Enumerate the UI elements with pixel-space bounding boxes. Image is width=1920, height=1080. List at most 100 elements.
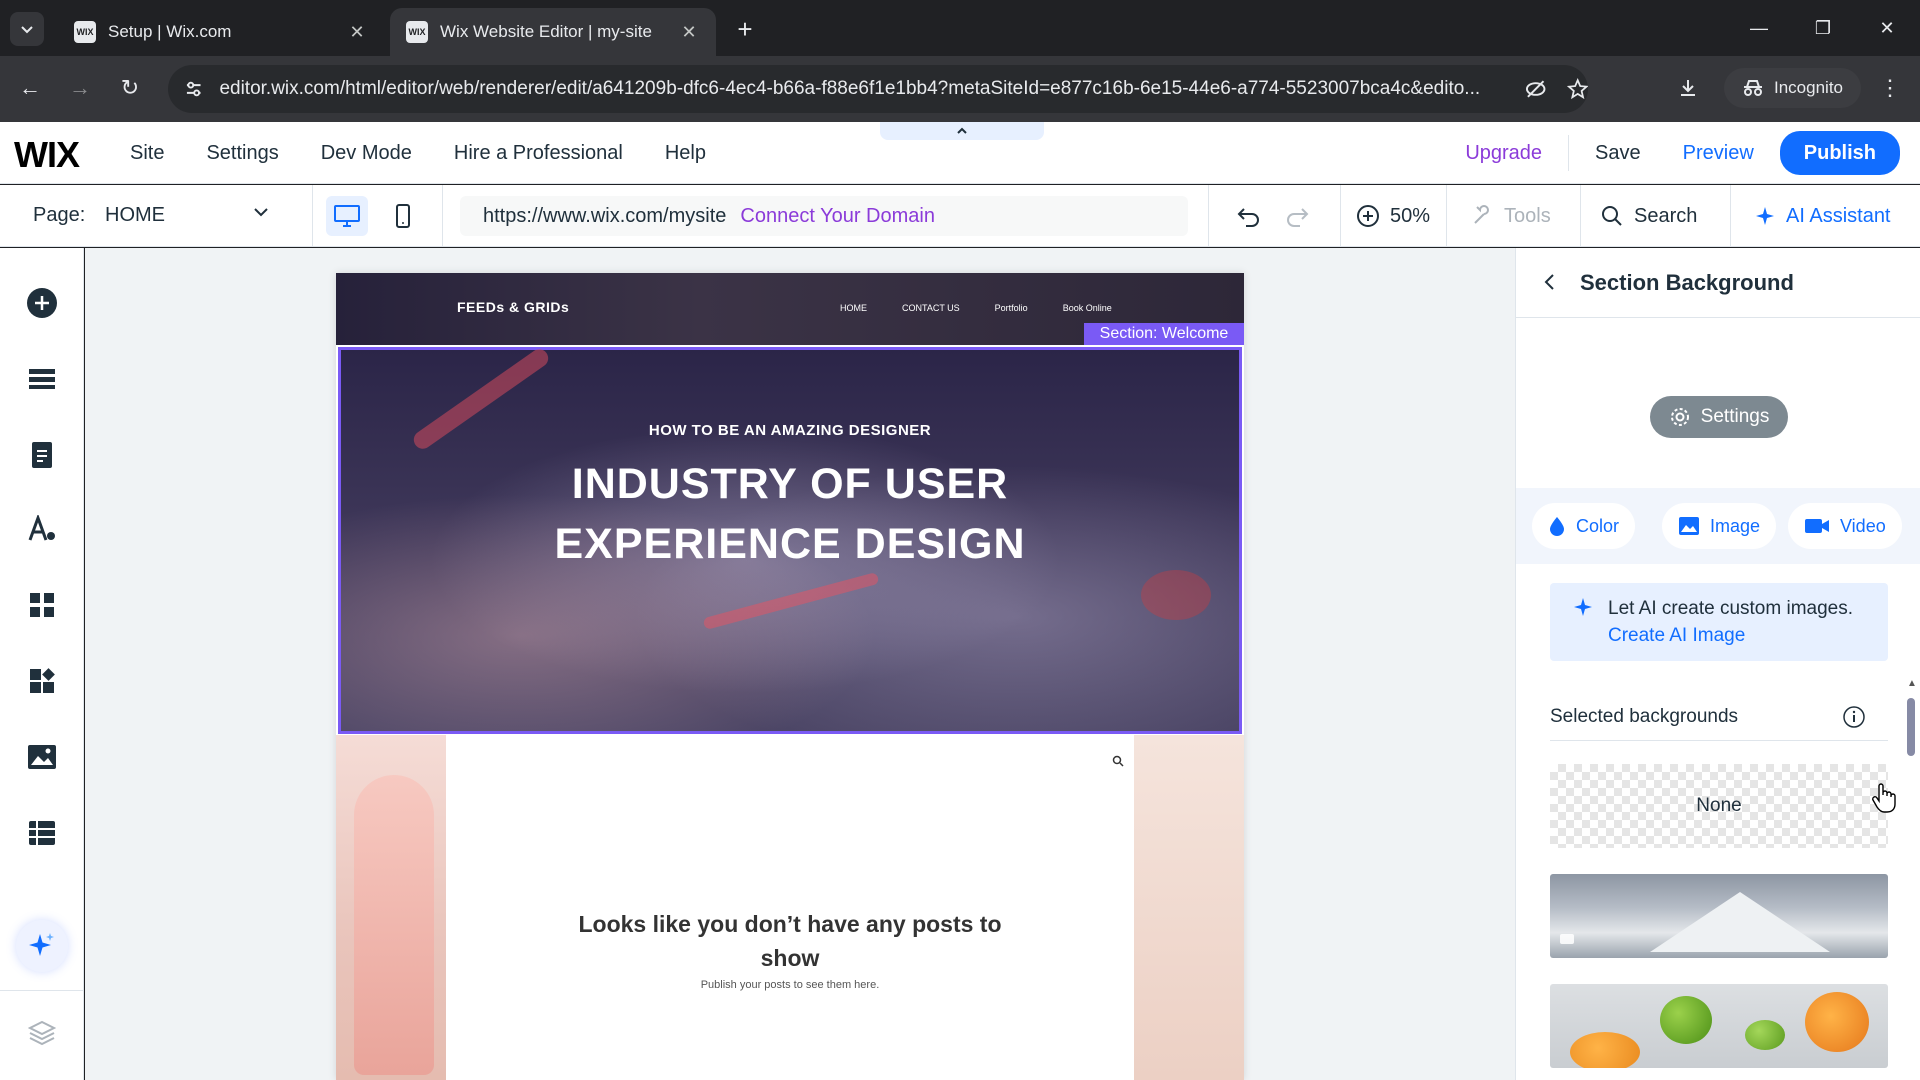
welcome-section[interactable]: HOW TO BE AN AMAZING DESIGNER INDUSTRY O… <box>338 345 1242 734</box>
divider <box>1580 185 1581 247</box>
browser-tab-setup[interactable]: WIX Setup | Wix.com ✕ <box>58 8 384 56</box>
pages-button[interactable] <box>21 434 63 476</box>
divider <box>312 185 313 247</box>
minimize-button[interactable]: — <box>1734 8 1784 48</box>
site-nav-home[interactable]: HOME <box>840 303 867 313</box>
add-section-button[interactable] <box>21 358 63 400</box>
tab-image-label: Image <box>1710 515 1761 536</box>
zoom-control[interactable]: 50% <box>1356 185 1430 247</box>
menu-help[interactable]: Help <box>665 142 706 165</box>
preview-button[interactable]: Preview <box>1683 142 1754 165</box>
address-bar[interactable]: editor.wix.com/html/editor/web/renderer/… <box>168 65 1589 113</box>
blog-side-image[interactable] <box>336 735 446 1080</box>
create-ai-image-link[interactable]: Create AI Image <box>1608 625 1745 646</box>
site-nav-book-online[interactable]: Book Online <box>1063 303 1112 313</box>
tab-color[interactable]: Color <box>1532 503 1636 549</box>
search-icon[interactable] <box>1112 755 1124 767</box>
background-settings-button[interactable]: Settings <box>1650 396 1788 438</box>
panel-scrollbar-thumb[interactable] <box>1907 698 1915 756</box>
collapse-toolbar-button[interactable] <box>880 122 1044 140</box>
tools-button[interactable]: Tools <box>1470 185 1551 247</box>
empty-posts-hint: Publish your posts to see them here. <box>700 979 880 991</box>
divider <box>1550 740 1888 741</box>
reload-button[interactable]: ↻ <box>112 70 148 106</box>
upgrade-button[interactable]: Upgrade <box>1465 142 1542 165</box>
kebab-menu-icon[interactable]: ⋮ <box>1872 70 1908 106</box>
tab-color-label: Color <box>1576 515 1620 536</box>
menu-dev-mode[interactable]: Dev Mode <box>321 142 412 165</box>
lime-image <box>1745 1020 1785 1050</box>
forward-button[interactable]: → <box>62 70 98 106</box>
layers-button[interactable] <box>21 1012 63 1054</box>
tools-label: Tools <box>1504 204 1551 227</box>
settings-label: Settings <box>1700 406 1770 427</box>
close-icon[interactable]: ✕ <box>346 21 368 43</box>
editor-canvas[interactable]: FEEDs & GRIDs HOME CONTACT US Portfolio … <box>85 248 1515 1080</box>
site-url: https://www.wix.com/mysite <box>483 204 727 227</box>
chevron-up-icon <box>957 127 967 134</box>
menu-settings[interactable]: Settings <box>206 142 278 165</box>
ai-assistant-button[interactable]: AI Assistant <box>1754 185 1891 247</box>
back-button[interactable]: ← <box>12 70 48 106</box>
add-elements-button[interactable] <box>21 282 63 324</box>
site-info-icon[interactable] <box>184 79 203 99</box>
undo-button[interactable] <box>1236 185 1262 247</box>
gear-icon <box>1670 408 1689 426</box>
ai-tools-button[interactable] <box>16 920 68 972</box>
tab-video[interactable]: Video <box>1788 503 1902 549</box>
page-selector[interactable]: HOME <box>105 204 165 227</box>
hero-subtitle[interactable]: HOW TO BE AN AMAZING DESIGNER <box>341 422 1239 439</box>
blog-feed[interactable]: Looks like you don’t have any posts to s… <box>446 735 1134 1080</box>
business-tools-button[interactable] <box>21 660 63 702</box>
site-preview[interactable]: FEEDs & GRIDs HOME CONTACT US Portfolio … <box>336 273 1244 1080</box>
tab-image[interactable]: Image <box>1662 503 1777 549</box>
info-icon[interactable] <box>1842 705 1866 729</box>
empty-posts-line: show <box>760 945 820 971</box>
window-close-button[interactable]: ✕ <box>1862 8 1912 48</box>
media-button[interactable] <box>21 736 63 778</box>
menu-site[interactable]: Site <box>130 142 164 165</box>
image-icon <box>28 745 56 769</box>
desktop-view-button[interactable] <box>326 196 368 236</box>
download-icon[interactable] <box>1670 70 1706 106</box>
puzzle-icon <box>30 668 55 693</box>
background-option-citrus-image[interactable] <box>1550 984 1888 1068</box>
hero-title[interactable]: INDUSTRY OF USER EXPERIENCE DESIGN <box>341 454 1239 574</box>
site-url-field[interactable]: https://www.wix.com/mysite Connect Your … <box>460 196 1188 236</box>
site-nav-contact[interactable]: CONTACT US <box>902 303 960 313</box>
background-option-mountain-video[interactable] <box>1550 874 1888 958</box>
restore-button[interactable]: ❐ <box>1798 8 1848 48</box>
new-tab-button[interactable]: + <box>728 12 762 46</box>
sparkle-icon <box>1574 598 1592 616</box>
site-nav-portfolio[interactable]: Portfolio <box>995 303 1028 313</box>
tab-search-button[interactable] <box>10 12 44 46</box>
site-header[interactable]: FEEDs & GRIDs HOME CONTACT US Portfolio … <box>336 273 1244 345</box>
cms-button[interactable] <box>21 812 63 854</box>
apps-button[interactable] <box>21 584 63 626</box>
eye-off-icon[interactable] <box>1525 78 1546 100</box>
video-badge-icon <box>1560 934 1574 944</box>
browser-tab-editor[interactable]: WIX Wix Website Editor | my-site ✕ <box>390 8 716 56</box>
site-design-button[interactable] <box>21 508 63 550</box>
incognito-indicator[interactable]: Incognito <box>1724 68 1861 108</box>
orange-image <box>1805 992 1869 1052</box>
publish-button[interactable]: Publish <box>1779 131 1900 175</box>
blog-side-panel[interactable] <box>1134 735 1244 1080</box>
menu-hire-professional[interactable]: Hire a Professional <box>454 142 623 165</box>
star-icon[interactable] <box>1566 78 1589 100</box>
close-icon[interactable]: ✕ <box>678 21 700 43</box>
wix-logo[interactable]: WIX <box>14 134 80 176</box>
scroll-up-arrow[interactable]: ▲ <box>1907 678 1917 689</box>
mobile-view-button[interactable] <box>382 196 424 236</box>
section-label-tag[interactable]: Section: Welcome <box>1084 323 1244 345</box>
chevron-down-icon[interactable] <box>252 203 270 221</box>
site-nav: HOME CONTACT US Portfolio Book Online <box>840 303 1112 313</box>
background-option-none[interactable]: None <box>1550 764 1888 848</box>
save-button[interactable]: Save <box>1595 142 1641 165</box>
redo-button[interactable] <box>1284 185 1310 247</box>
divider <box>1208 185 1209 247</box>
search-button[interactable]: Search <box>1600 185 1697 247</box>
site-logo[interactable]: FEEDs & GRIDs <box>457 299 569 315</box>
connect-domain-link[interactable]: Connect Your Domain <box>740 205 935 228</box>
chevron-left-icon[interactable] <box>1540 272 1560 292</box>
